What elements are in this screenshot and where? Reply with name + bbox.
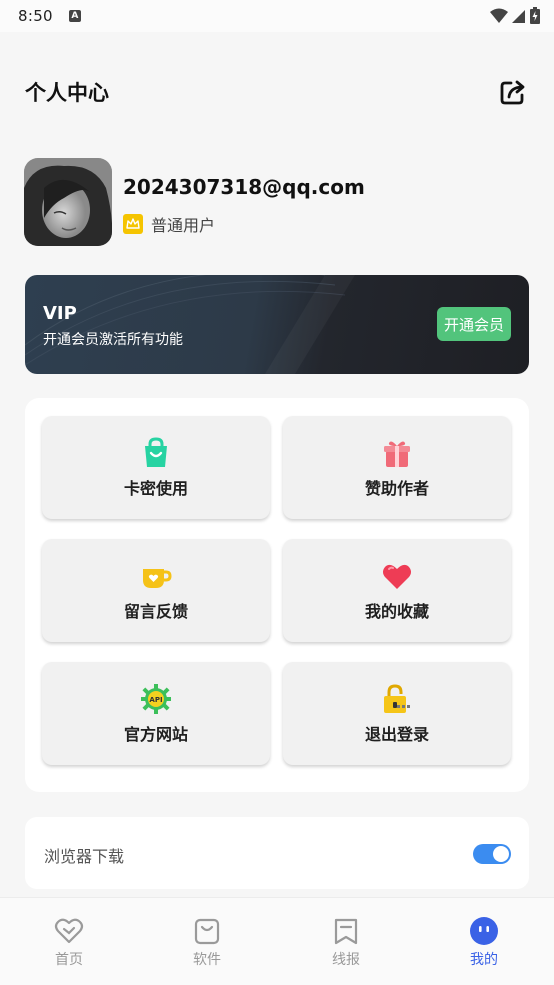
header: 个人中心: [0, 68, 554, 116]
my-favorites-button[interactable]: 我的收藏: [283, 539, 511, 642]
vip-title: VIP: [43, 303, 77, 324]
bookmark-outline-icon: [334, 918, 358, 945]
browser-download-setting: 浏览器下载: [25, 817, 529, 889]
svg-text:API: API: [149, 696, 162, 704]
wifi-icon: [490, 8, 508, 23]
sponsor-author-button[interactable]: 赞助作者: [283, 416, 511, 519]
api-gear-icon: API: [141, 683, 171, 714]
browser-download-toggle[interactable]: [473, 844, 511, 864]
status-bar: 8:50 A: [0, 0, 554, 32]
a-icon: A: [68, 10, 81, 22]
grid-item-label: 赞助作者: [364, 478, 429, 498]
grid-item-label: 官方网站: [123, 724, 188, 744]
tab-label: 我的: [470, 952, 498, 968]
tab-mine[interactable]: 我的: [444, 916, 524, 969]
feedback-button[interactable]: 留言反馈: [42, 539, 270, 642]
tab-news[interactable]: 线报: [306, 916, 386, 969]
lock-icon: [384, 683, 410, 713]
heart-outline-icon: [54, 918, 84, 944]
heart-icon: [383, 564, 411, 589]
card-key-button[interactable]: 卡密使用: [42, 416, 270, 519]
avatar[interactable]: [24, 158, 112, 246]
profile-section: 2024307318@qq.com 普通用户: [24, 158, 530, 246]
user-level: 普通用户: [123, 212, 215, 236]
vip-description: 开通会员激活所有功能: [43, 332, 183, 348]
official-website-button[interactable]: API 官方网站: [42, 662, 270, 765]
signal-icon: [512, 9, 525, 23]
user-email: 2024307318@qq.com: [123, 175, 365, 199]
tab-label: 首页: [55, 952, 83, 968]
user-level-label: 普通用户: [151, 216, 216, 235]
grid-item-label: 退出登录: [364, 724, 429, 744]
bottom-tab-bar: 首页 软件 线报 我的: [0, 897, 554, 985]
vip-card: VIP 开通会员激活所有功能 开通会员: [25, 275, 529, 374]
tab-software[interactable]: 软件: [167, 916, 247, 969]
logout-button[interactable]: 退出登录: [283, 662, 511, 765]
crown-icon: [123, 214, 143, 234]
function-grid: 卡密使用 赞助作者 留言反馈 我的收藏 API 官方网站 退出登录: [25, 398, 529, 792]
tab-label: 线报: [332, 952, 360, 968]
face-icon: [470, 917, 498, 945]
shopping-bag-icon: [145, 436, 167, 467]
gift-icon: [384, 441, 410, 467]
tab-home[interactable]: 首页: [29, 916, 109, 969]
open-membership-button[interactable]: 开通会员: [437, 307, 511, 341]
coffee-cup-icon: [143, 568, 172, 588]
grid-item-label: 留言反馈: [123, 601, 188, 621]
status-icons: [490, 7, 540, 24]
share-icon[interactable]: [498, 77, 528, 107]
browser-download-label: 浏览器下载: [44, 847, 125, 866]
battery-icon: [530, 7, 540, 24]
bag-outline-icon: [194, 918, 220, 945]
status-time: 8:50: [18, 7, 53, 25]
tab-label: 软件: [193, 952, 221, 968]
grid-item-label: 卡密使用: [123, 478, 188, 498]
page-title: 个人中心: [25, 81, 109, 105]
grid-item-label: 我的收藏: [364, 601, 429, 621]
